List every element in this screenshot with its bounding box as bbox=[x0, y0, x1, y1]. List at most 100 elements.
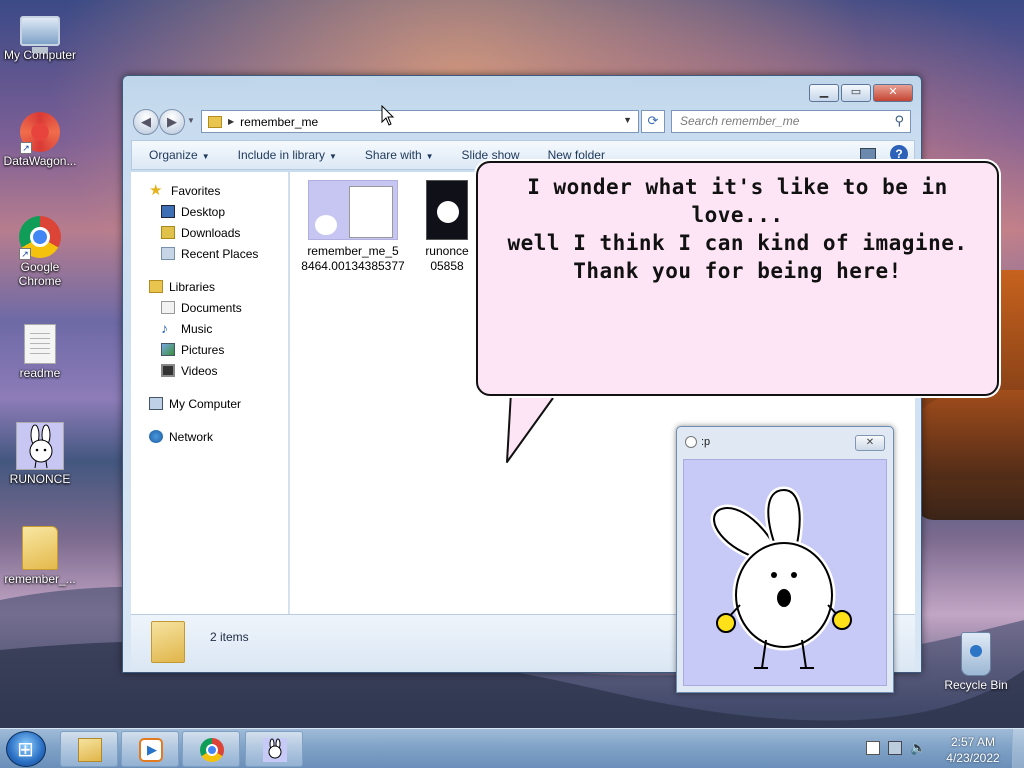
search-input[interactable]: Search remember_me ⚲ bbox=[671, 110, 911, 133]
nav-item-libraries[interactable]: Libraries bbox=[131, 276, 288, 297]
videos-icon bbox=[161, 364, 175, 377]
nav-item-my-computer[interactable]: My Computer bbox=[131, 393, 288, 414]
recent-pages-dropdown[interactable]: ▼ bbox=[187, 116, 195, 125]
share-with-button[interactable]: Share with ▼ bbox=[365, 148, 434, 162]
speech-line: well I think I can kind of imagine. bbox=[507, 231, 968, 255]
desktop-icon-label: RUNONCE bbox=[9, 472, 71, 486]
chevron-down-icon: ▼ bbox=[201, 152, 210, 161]
pet-window[interactable]: :p ✕ bbox=[676, 426, 894, 693]
desktop-icon-datawagon[interactable]: ↗ DataWagon... bbox=[0, 112, 80, 168]
datawagon-icon: ↗ bbox=[20, 112, 60, 154]
nav-item-label: Network bbox=[169, 429, 214, 444]
pictures-icon bbox=[161, 343, 175, 356]
bunny-icon bbox=[263, 738, 287, 762]
breadcrumb-arrow-icon[interactable]: ▶ bbox=[228, 117, 234, 126]
recent-places-icon bbox=[161, 247, 175, 260]
include-in-library-label: Include in library bbox=[237, 148, 325, 162]
share-with-label: Share with bbox=[364, 148, 422, 162]
desktop-icon-google-chrome[interactable]: ↗ Google Chrome bbox=[0, 216, 80, 288]
volume-icon[interactable]: 🔈 bbox=[910, 741, 926, 755]
desktop-icon-readme[interactable]: readme bbox=[0, 324, 80, 380]
new-folder-button[interactable]: New folder bbox=[548, 148, 605, 162]
clock-date: 4/23/2022 bbox=[946, 751, 1000, 765]
refresh-button[interactable]: ⟳ bbox=[641, 110, 665, 133]
desktop-icon-label: DataWagon... bbox=[3, 154, 77, 168]
taskbar: 🔈 2:57 AM 4/23/2022 bbox=[0, 728, 1024, 768]
network-status-icon[interactable] bbox=[888, 741, 902, 755]
desktop-icon-recycle-bin[interactable]: Recycle Bin bbox=[938, 632, 1014, 692]
minimize-button[interactable]: ▁ bbox=[809, 84, 839, 102]
libraries-icon bbox=[149, 280, 163, 293]
nav-item-label: Libraries bbox=[169, 279, 216, 294]
forward-button[interactable]: ▶ bbox=[159, 109, 185, 135]
text-document-icon bbox=[24, 324, 56, 364]
slide-show-button[interactable]: Slide show bbox=[462, 148, 520, 162]
file-name-line: remember_me_5 bbox=[307, 244, 399, 258]
desktop-icon-label: readme bbox=[19, 366, 61, 380]
speech-line: I wonder what it's like to be in love... bbox=[527, 175, 948, 227]
navigation-pane: ★ Favorites Desktop Downloads Recent Plac… bbox=[131, 172, 289, 614]
clock[interactable]: 2:57 AM 4/23/2022 bbox=[940, 734, 1006, 766]
action-center-flag-icon[interactable] bbox=[866, 741, 880, 755]
computer-icon bbox=[20, 16, 60, 53]
breadcrumb[interactable]: remember_me bbox=[240, 115, 318, 129]
nav-item-label: Music bbox=[181, 321, 213, 336]
pet-close-button[interactable]: ✕ bbox=[855, 435, 885, 451]
include-in-library-button[interactable]: Include in library ▼ bbox=[238, 148, 337, 162]
desktop-icon-label: Recycle Bin bbox=[944, 678, 1008, 692]
nav-item-label: Videos bbox=[181, 363, 218, 378]
start-button[interactable] bbox=[6, 731, 46, 767]
taskbar-media-player-button[interactable] bbox=[121, 731, 179, 767]
speech-bubble-tail bbox=[504, 392, 556, 465]
nav-item-recent-places[interactable]: Recent Places bbox=[131, 243, 288, 264]
pet-canvas[interactable] bbox=[683, 459, 887, 686]
folder-icon bbox=[208, 115, 222, 128]
file-item[interactable]: remember_me_5 8464.00134385377 bbox=[298, 180, 408, 274]
pet-window-title-text: :p bbox=[701, 436, 711, 448]
desktop-icon-runonce[interactable]: RUNONCE bbox=[0, 422, 80, 486]
nav-item-pictures[interactable]: Pictures bbox=[131, 339, 288, 360]
nav-item-downloads[interactable]: Downloads bbox=[131, 222, 288, 243]
downloads-icon bbox=[161, 226, 175, 239]
desktop-icon-label: Google Chrome bbox=[18, 260, 62, 288]
window-controls: ▁ ▭ ✕ bbox=[809, 84, 913, 102]
nav-item-favorites[interactable]: ★ Favorites bbox=[131, 180, 288, 201]
nav-item-label: Pictures bbox=[181, 342, 225, 357]
taskbar-chrome-button[interactable] bbox=[182, 731, 240, 767]
network-icon bbox=[149, 430, 163, 443]
taskbar-bunny-button[interactable] bbox=[245, 731, 303, 767]
clock-time: 2:57 AM bbox=[950, 735, 996, 749]
file-name-line: 8464.00134385377 bbox=[301, 259, 405, 273]
back-button[interactable]: ◀ bbox=[133, 109, 159, 135]
desktop-icon-remember-me[interactable]: remember_... bbox=[0, 526, 80, 586]
nav-item-music[interactable]: ♪ Music bbox=[131, 318, 288, 339]
shortcut-arrow-icon: ↗ bbox=[19, 248, 31, 260]
pet-window-title: :p bbox=[685, 436, 710, 448]
windows-explorer-icon bbox=[78, 738, 102, 762]
bunny-icon bbox=[685, 436, 697, 448]
organize-button[interactable]: Organize ▼ bbox=[149, 148, 210, 162]
speech-line: Thank you for being here! bbox=[573, 259, 902, 283]
nav-item-label: Documents bbox=[181, 300, 242, 315]
show-desktop-button[interactable] bbox=[1012, 729, 1024, 768]
desktop-icon-my-computer[interactable]: My Computer bbox=[0, 8, 80, 62]
taskbar-explorer-button[interactable] bbox=[60, 731, 118, 767]
nav-item-label: Recent Places bbox=[181, 246, 259, 261]
nav-item-videos[interactable]: Videos bbox=[131, 360, 288, 381]
maximize-button[interactable]: ▭ bbox=[841, 84, 871, 102]
nav-item-label: Downloads bbox=[181, 225, 241, 240]
media-player-icon bbox=[139, 738, 163, 762]
nav-item-desktop[interactable]: Desktop bbox=[131, 201, 288, 222]
address-dropdown-icon[interactable]: ▼ bbox=[623, 115, 632, 125]
nav-item-label: My Computer bbox=[169, 396, 242, 411]
chrome-icon: ↗ bbox=[19, 216, 61, 260]
change-view-icon[interactable] bbox=[860, 148, 876, 160]
bunny-thumbnail bbox=[315, 215, 337, 235]
nav-item-documents[interactable]: Documents bbox=[131, 297, 288, 318]
close-button[interactable]: ✕ bbox=[873, 84, 913, 102]
item-count: 2 items bbox=[210, 630, 249, 644]
address-bar[interactable]: ▶ remember_me ▼ bbox=[201, 110, 639, 133]
nav-item-network[interactable]: Network bbox=[131, 426, 288, 447]
search-icon[interactable]: ⚲ bbox=[894, 113, 904, 129]
